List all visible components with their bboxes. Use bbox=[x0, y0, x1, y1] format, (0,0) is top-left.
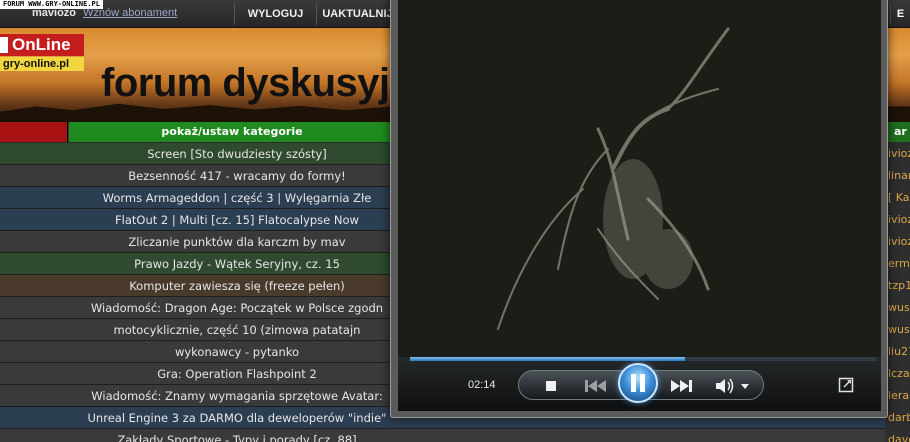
video-frame bbox=[398, 0, 881, 357]
previous-icon[interactable] bbox=[579, 376, 613, 396]
volume-icon[interactable] bbox=[713, 376, 737, 396]
media-player-window[interactable]: 02:14 bbox=[390, 0, 888, 418]
pause-button[interactable] bbox=[618, 363, 658, 403]
thread-author[interactable]: darbol bbox=[885, 407, 910, 429]
thread-author[interactable]: iviozo bbox=[885, 143, 910, 165]
thread-author[interactable]: ermi bbox=[885, 253, 910, 275]
thread-author[interactable]: dave bbox=[885, 429, 910, 442]
forum-title: forum dyskusyj bbox=[101, 61, 390, 105]
thread-author[interactable]: tzp19 bbox=[885, 275, 910, 297]
logo-online-text: OnLine bbox=[0, 34, 84, 56]
logout-button[interactable]: WYLOGUJ bbox=[234, 3, 316, 25]
video-area[interactable] bbox=[398, 0, 881, 357]
column-header-right: ar bbox=[885, 122, 910, 142]
category-red-cell bbox=[0, 122, 68, 142]
site-logo[interactable]: OnLine gry-online.pl bbox=[0, 34, 84, 106]
thread-author[interactable]: lerab bbox=[885, 385, 910, 407]
logo-domain-text: gry-online.pl bbox=[0, 57, 84, 71]
thread-author[interactable]: wuse bbox=[885, 297, 910, 319]
thread-author[interactable]: liu21 bbox=[885, 341, 910, 363]
next-icon[interactable] bbox=[665, 376, 699, 396]
thread-author[interactable]: wuse bbox=[885, 319, 910, 341]
elapsed-time: 02:14 bbox=[468, 379, 496, 391]
refresh-button[interactable]: UAKTUALNIJ D bbox=[316, 3, 398, 42]
show-categories-button[interactable]: pokaż/ustaw kategorie bbox=[69, 122, 395, 142]
topbar-right-button[interactable]: E bbox=[890, 3, 910, 25]
seek-bar[interactable] bbox=[410, 357, 876, 361]
thread-author[interactable]: iviozo bbox=[885, 209, 910, 231]
pause-icon bbox=[631, 374, 645, 392]
thread-author[interactable]: [ Ka bbox=[885, 187, 910, 209]
screen: FORUM WWW.GRY-ONLINE.PL maviozo Wznów ab… bbox=[0, 0, 910, 442]
stop-icon[interactable] bbox=[541, 376, 561, 396]
fullscreen-icon[interactable] bbox=[838, 377, 854, 393]
thread-title[interactable]: Zakłady Sportowe - Typy i porady [cz. 88… bbox=[0, 429, 474, 442]
username[interactable]: maviozo bbox=[32, 7, 76, 19]
player-controls: 02:14 bbox=[398, 357, 881, 411]
thread-author[interactable]: linan bbox=[885, 165, 910, 187]
thread-author[interactable]: lczas bbox=[885, 363, 910, 385]
thread-row[interactable]: Zakłady Sportowe - Typy i porady [cz. 88… bbox=[0, 429, 910, 442]
seek-progress bbox=[410, 357, 685, 361]
thread-author[interactable]: iviozo bbox=[885, 231, 910, 253]
dropdown-arrow-icon[interactable] bbox=[739, 376, 751, 396]
renew-subscription-link[interactable]: Wznów abonament bbox=[83, 7, 177, 19]
